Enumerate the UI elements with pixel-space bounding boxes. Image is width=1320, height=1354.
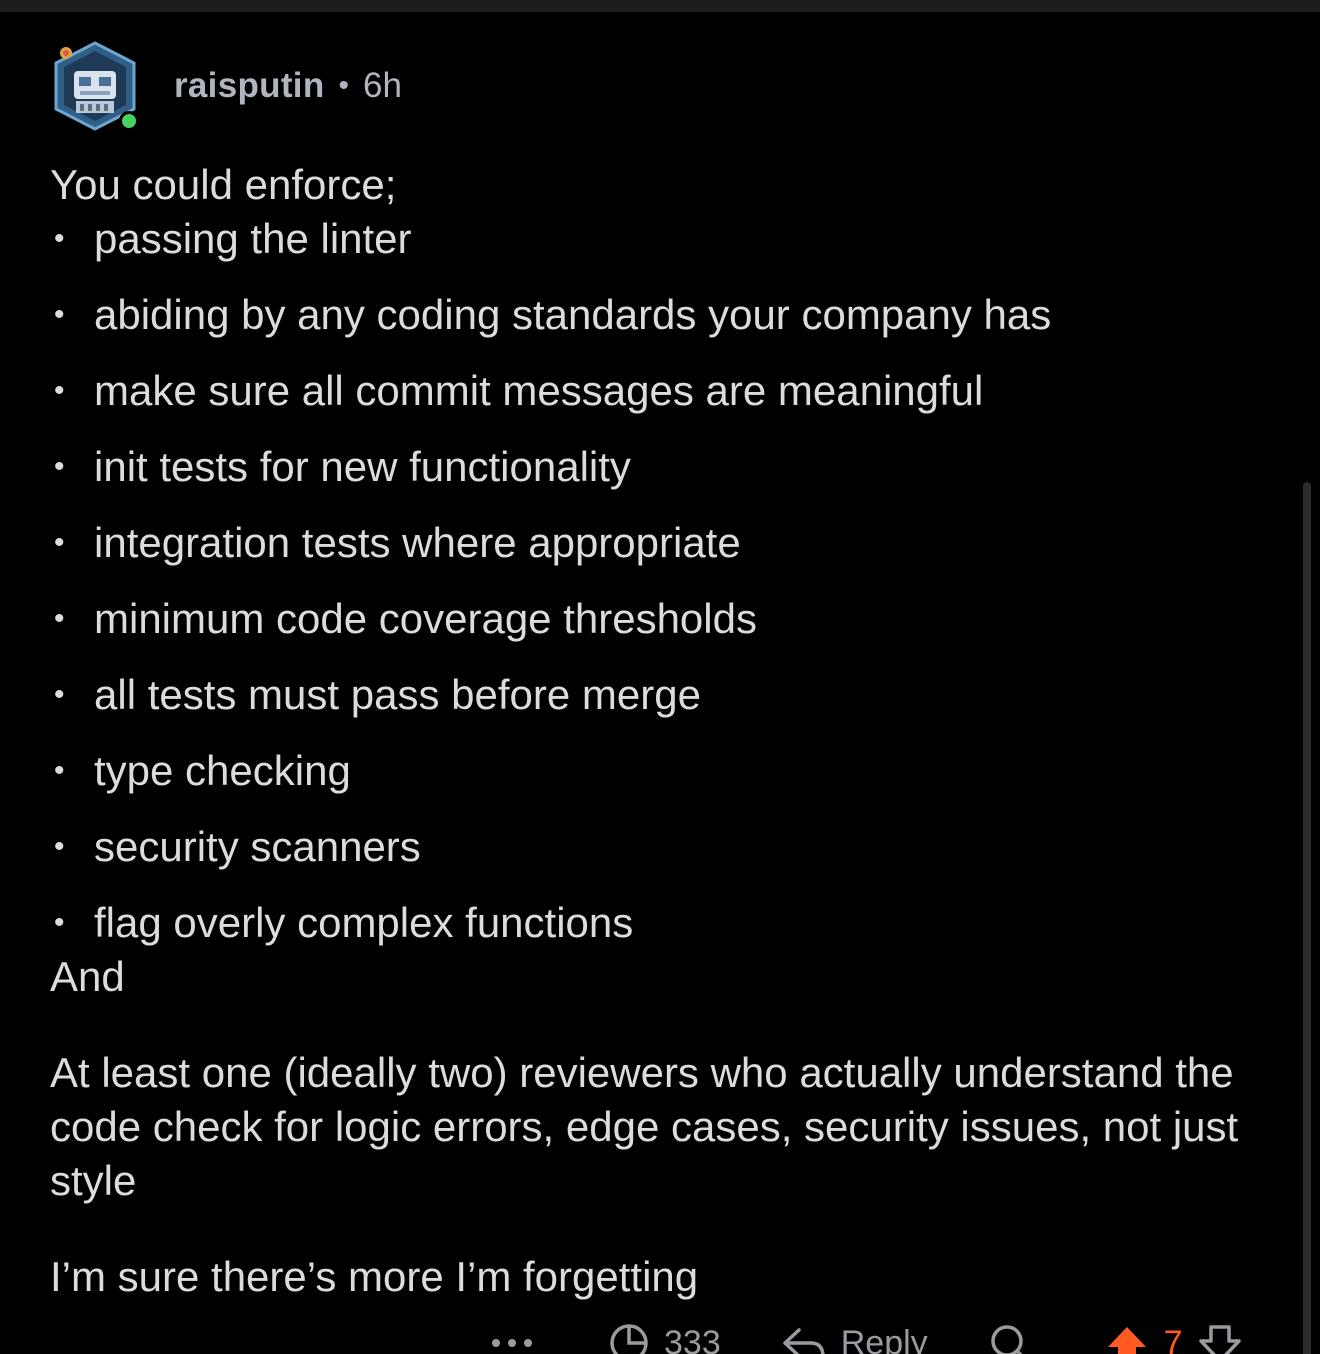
list-item: • make sure all commit messages are meani… xyxy=(50,364,1290,418)
upvote-icon[interactable] xyxy=(1104,1323,1150,1354)
online-status-indicator xyxy=(119,111,139,131)
list-item-text: init tests for new functionality xyxy=(94,443,631,490)
bullet-dot: • xyxy=(54,526,65,559)
comment-body: You could enforce; • passing the linter •… xyxy=(50,158,1290,1304)
reply-label: Reply xyxy=(840,1323,928,1354)
list-item-text: flag overly complex functions xyxy=(94,899,634,946)
list-item: • init tests for new functionality xyxy=(50,440,1290,494)
awards-count: 333 xyxy=(664,1323,721,1354)
list-item: • minimum code coverage thresholds xyxy=(50,592,1290,646)
bullet-dot: • xyxy=(54,222,65,255)
comment-paragraph: At least one (ideally two) reviewers who… xyxy=(50,1049,1239,1204)
pie-chart-icon xyxy=(608,1322,650,1354)
list-item-text: minimum code coverage thresholds xyxy=(94,595,757,642)
list-item-text: security scanners xyxy=(94,823,421,870)
list-item-text: all tests must pass before merge xyxy=(94,671,701,718)
search-icon xyxy=(988,1322,1030,1354)
comment-intro: You could enforce; xyxy=(50,161,397,208)
comment-actions: 333 Reply 7 xyxy=(490,1318,1317,1354)
comment-timestamp: 6h xyxy=(363,66,402,105)
bullet-dot: • xyxy=(54,678,65,711)
bullet-dot: • xyxy=(54,602,65,635)
list-item: • passing the linter xyxy=(50,212,1290,266)
downvote-icon[interactable] xyxy=(1197,1323,1243,1354)
comment-header: raisputin • 6h xyxy=(50,38,402,134)
bullet-dot: • xyxy=(54,754,65,787)
list-item-text: make sure all commit messages are meanin… xyxy=(94,367,984,414)
bullet-dot: • xyxy=(54,450,65,483)
list-item-text: integration tests where appropriate xyxy=(94,519,741,566)
reply-arrow-icon xyxy=(781,1324,827,1354)
bullet-list: • passing the linter • abiding by any codi… xyxy=(50,212,1290,950)
bullet-dot: • xyxy=(54,298,65,331)
list-item: • all tests must pass before merge xyxy=(50,668,1290,722)
avatar[interactable] xyxy=(50,41,140,131)
reply-button[interactable]: Reply xyxy=(781,1324,928,1354)
list-item-text: abiding by any coding standards your com… xyxy=(94,291,1052,338)
scrollbar[interactable] xyxy=(1303,482,1311,1354)
vote-controls: 7 xyxy=(1104,1323,1257,1354)
list-item: • flag overly complex functions xyxy=(50,896,1290,950)
list-item: • security scanners xyxy=(50,820,1290,874)
list-item-text: type checking xyxy=(94,747,351,794)
vote-count: 7 xyxy=(1163,1323,1183,1354)
list-item: • abiding by any coding standards your co… xyxy=(50,288,1290,342)
ellipsis-icon xyxy=(490,1336,534,1350)
list-item: • type checking xyxy=(50,744,1290,798)
list-item: • integration tests where appropriate xyxy=(50,516,1290,570)
search-button[interactable] xyxy=(988,1322,1044,1354)
list-item-text: passing the linter xyxy=(94,215,412,262)
more-options-button[interactable] xyxy=(490,1336,548,1350)
comment-paragraph: I’m sure there’s more I’m forgetting xyxy=(50,1253,699,1300)
author-username[interactable]: raisputin xyxy=(174,66,325,106)
awards-button[interactable]: 333 xyxy=(608,1322,721,1354)
top-bar xyxy=(0,0,1320,12)
bullet-dot: • xyxy=(54,906,65,939)
bullet-dot: • xyxy=(54,374,65,407)
meta-separator: • xyxy=(338,69,350,102)
and-line: And xyxy=(50,953,125,1000)
bullet-dot: • xyxy=(54,830,65,863)
